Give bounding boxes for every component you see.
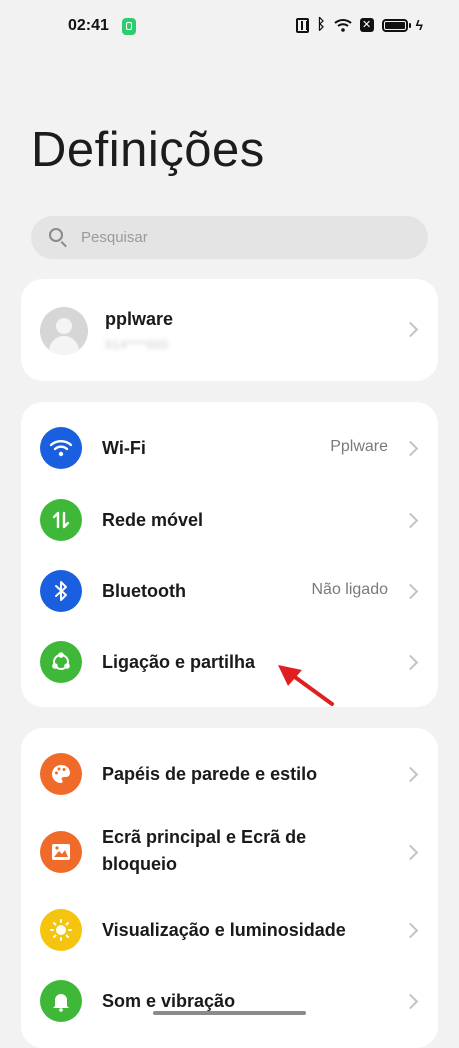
settings-item-wallpapers[interactable]: Papéis de parede e estilo — [21, 738, 438, 810]
settings-item-sound-vibration[interactable]: Som e vibração — [21, 965, 438, 1037]
avatar — [40, 307, 88, 355]
status-icons: ᛒ ✕ ϟ — [295, 16, 423, 34]
settings-item-label: Rede móvel — [102, 510, 204, 530]
chevron-right-icon — [402, 512, 419, 529]
share-icon — [40, 641, 82, 683]
chevron-right-icon — [402, 844, 419, 861]
status-time: 02:41 — [68, 17, 109, 34]
wifi-status-icon — [333, 19, 352, 32]
search-bar[interactable]: Pesquisar — [31, 216, 428, 259]
personalization-card: Papéis de parede e estilo Ecrã principal… — [21, 728, 438, 1048]
mobile-data-icon — [40, 499, 82, 541]
chevron-right-icon — [402, 440, 419, 457]
chevron-right-icon — [402, 654, 419, 671]
settings-item-value: Não ligado — [311, 581, 389, 598]
palette-icon — [40, 753, 82, 795]
settings-item-connection-sharing[interactable]: Ligação e partilha — [21, 626, 438, 698]
no-sim-icon: ✕ — [359, 18, 374, 32]
search-icon — [49, 228, 63, 242]
settings-item-bluetooth[interactable]: Bluetooth Não ligado — [21, 555, 438, 627]
settings-item-label: Bluetooth — [102, 581, 186, 601]
chevron-right-icon — [402, 583, 419, 600]
settings-item-label: Papéis de parede e estilo — [102, 764, 318, 784]
settings-item-label: Visualização e luminosidade — [102, 920, 346, 940]
chevron-right-icon — [402, 922, 419, 939]
charging-icon: ϟ — [415, 17, 423, 33]
status-bar: 02:41 ᛒ ✕ ϟ — [0, 0, 459, 54]
account-name: pplware — [105, 309, 174, 329]
chevron-right-icon — [402, 321, 419, 338]
settings-item-display-brightness[interactable]: Visualização e luminosidade — [21, 894, 438, 966]
settings-item-label: Ligação e partilha — [102, 652, 256, 672]
annotation-arrow — [278, 665, 334, 706]
account-card[interactable]: pplware 914****665 — [21, 279, 438, 381]
brightness-icon — [40, 909, 82, 951]
app-notification-icon — [122, 18, 136, 35]
settings-item-label: Wi-Fi — [102, 438, 146, 458]
battery-icon — [381, 18, 411, 32]
connectivity-card: Wi-Fi Pplware Rede móvel Bluetooth Não l… — [21, 402, 438, 707]
chevron-right-icon — [402, 766, 419, 783]
home-indicator[interactable] — [153, 1011, 306, 1015]
settings-item-home-lock-screen[interactable]: Ecrã principal e Ecrã de bloqueio — [21, 814, 438, 890]
account-number: 914****665 — [105, 337, 169, 352]
bluetooth-icon — [40, 570, 82, 612]
nfc-icon — [295, 17, 309, 33]
settings-item-label-line2: bloqueio — [102, 854, 177, 874]
page-title: Definições — [31, 123, 265, 177]
bluetooth-status-icon: ᛒ — [316, 16, 326, 33]
search-placeholder: Pesquisar — [81, 229, 148, 246]
settings-item-label: Ecrã principal e Ecrã de — [102, 827, 307, 847]
settings-item-value: Pplware — [330, 438, 388, 455]
wifi-icon — [40, 427, 82, 469]
settings-item-mobile-network[interactable]: Rede móvel — [21, 484, 438, 556]
settings-item-wifi[interactable]: Wi-Fi Pplware — [21, 412, 438, 484]
image-icon — [40, 831, 82, 873]
chevron-right-icon — [402, 993, 419, 1010]
bell-icon — [40, 980, 82, 1022]
